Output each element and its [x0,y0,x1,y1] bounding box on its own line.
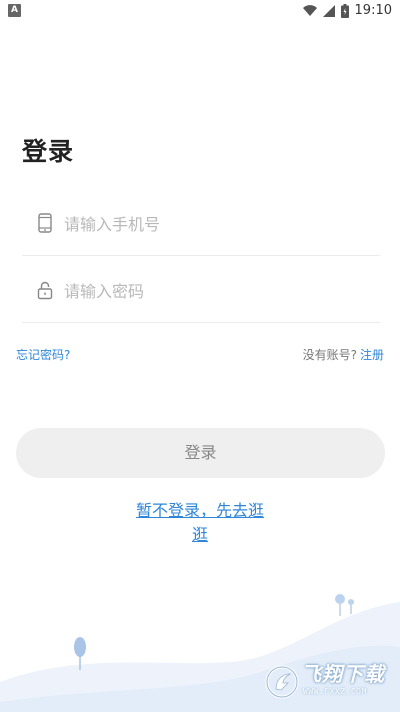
guest-browse-link[interactable]: 暂不登录，先去逛逛 [130,499,270,547]
forgot-password-link[interactable]: 忘记密码? [16,346,70,364]
status-icons: 19:10 [302,3,392,19]
phone-icon [38,213,52,233]
page-title: 登录 [22,137,75,166]
signal-icon [322,5,335,17]
status-time: 19:10 [354,3,392,18]
register-row: 没有账号? 注册 [303,346,384,364]
login-button[interactable]: 登录 [16,428,385,478]
watermark-logo: 飞翔下载 WWW.FXXZ.COM [265,662,390,702]
phone-input[interactable] [64,210,364,238]
battery-icon [340,4,349,18]
watermark-logo-icon [265,665,299,699]
watermark-url: WWW.FXXZ.COM [303,687,367,696]
tree-icon [335,594,354,616]
no-account-text: 没有账号? [302,348,357,362]
password-field[interactable] [22,259,380,323]
password-input[interactable] [64,277,364,305]
phone-field[interactable] [22,192,380,256]
watermark-text: 飞翔下载 [301,662,385,686]
status-bar: A 19:10 [0,0,400,22]
register-link[interactable]: 注册 [360,348,384,362]
notification-a-icon: A [8,4,21,17]
lock-icon [37,281,53,300]
wifi-icon [302,5,317,17]
